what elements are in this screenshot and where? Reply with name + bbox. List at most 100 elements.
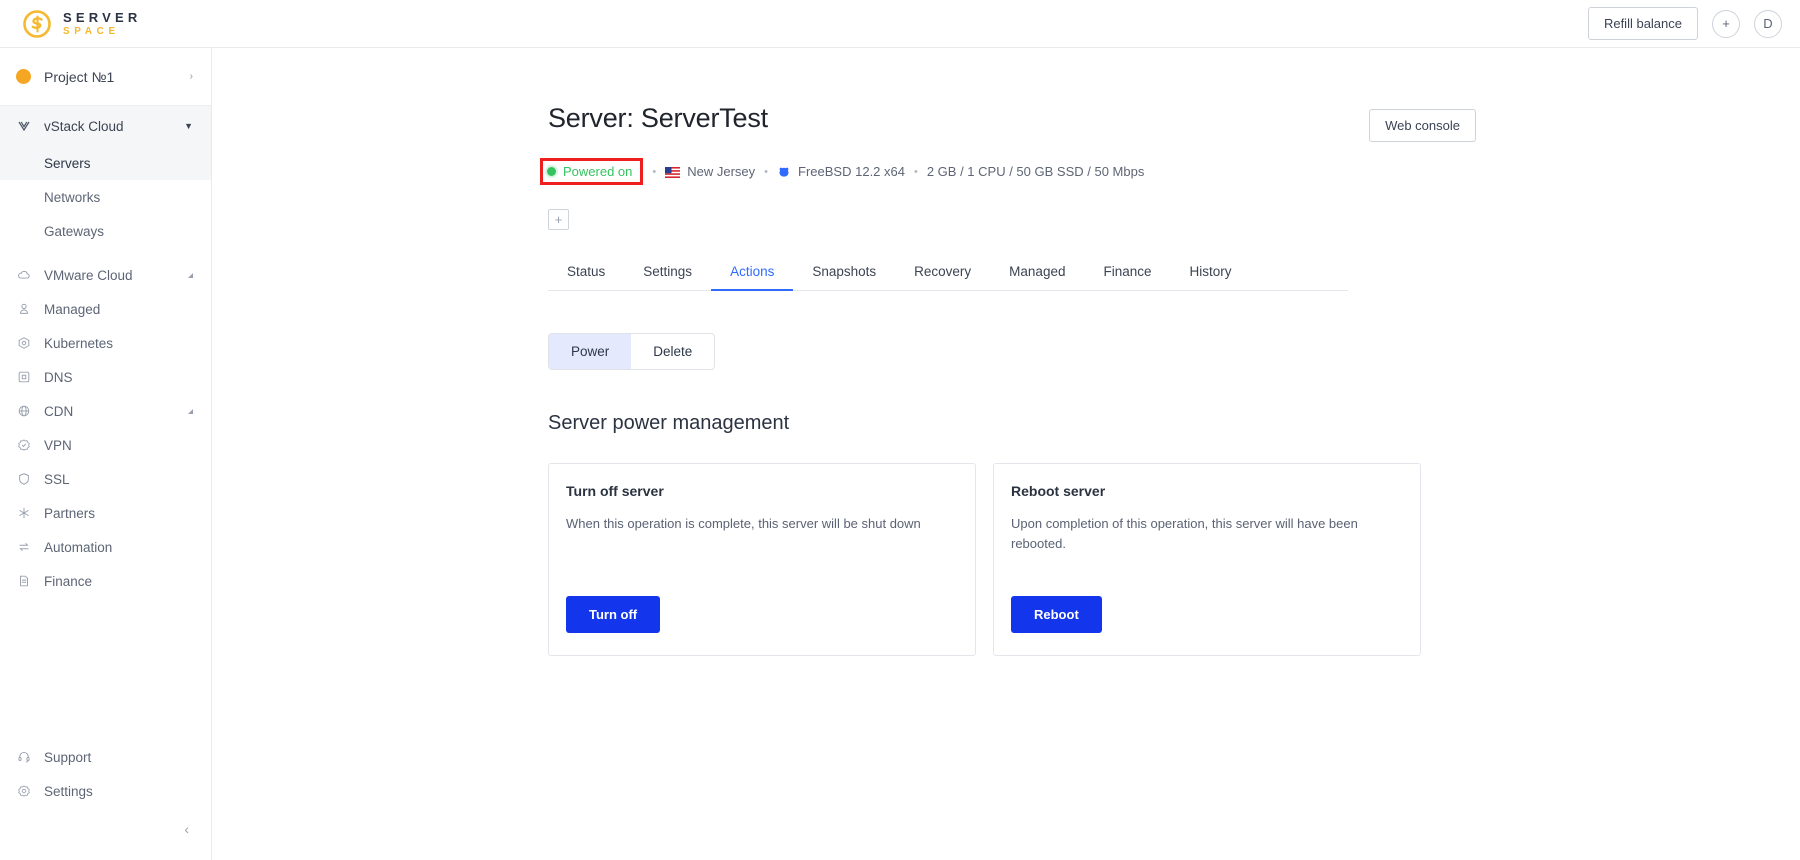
headset-icon — [16, 750, 31, 765]
shield-icon — [16, 472, 31, 487]
vstack-icon — [16, 119, 31, 133]
server-os-label: FreeBSD 12.2 x64 — [798, 164, 905, 179]
sidebar-collapse-button[interactable]: ‹ — [0, 808, 211, 850]
segment-power[interactable]: Power — [549, 334, 632, 369]
reboot-button[interactable]: Reboot — [1011, 596, 1102, 633]
sidebar-item-kubernetes[interactable]: Kubernetes — [0, 326, 211, 360]
top-bar: SERVER SPACE Refill balance + D — [0, 0, 1800, 48]
page-header: Server: ServerTest Web console — [548, 103, 1476, 142]
action-segmented-control: Power Delete — [548, 333, 716, 370]
triangle-collapse-icon — [188, 272, 193, 278]
kubernetes-icon — [16, 336, 31, 351]
serverspace-logo-icon — [22, 9, 52, 39]
automation-arrows-icon — [16, 540, 31, 555]
sidebar-item-label: DNS — [44, 369, 73, 385]
sidebar-item-label: SSL — [44, 471, 70, 487]
tab-finance[interactable]: Finance — [1084, 254, 1170, 290]
server-tabs: Status Settings Actions Snapshots Recove… — [548, 254, 1348, 291]
sidebar-item-ssl[interactable]: SSL — [0, 462, 211, 496]
server-location-label: New Jersey — [687, 164, 756, 179]
sidebar-item-label: Servers — [44, 155, 91, 171]
partners-icon — [16, 506, 31, 521]
cloud-icon — [16, 268, 31, 283]
tab-actions[interactable]: Actions — [711, 254, 794, 291]
brand-text: SERVER SPACE — [63, 11, 141, 37]
sidebar-item-settings[interactable]: Settings — [0, 774, 211, 808]
sidebar-group-vstack-cloud[interactable]: vStack Cloud ▼ — [0, 106, 211, 146]
turn-off-server-card: Turn off server When this operation is c… — [548, 463, 976, 656]
card-title: Turn off server — [566, 483, 664, 499]
segment-delete[interactable]: Delete — [631, 334, 714, 369]
tab-settings[interactable]: Settings — [624, 254, 711, 290]
sidebar-item-label: Kubernetes — [44, 335, 114, 351]
sidebar-item-label: Settings — [44, 783, 93, 799]
sidebar-item-gateways[interactable]: Gateways — [0, 214, 211, 248]
turn-off-button[interactable]: Turn off — [566, 596, 661, 633]
chevron-right-icon: › — [189, 71, 193, 82]
server-os: FreeBSD 12.2 x64 — [777, 164, 905, 179]
sidebar-group-label: vStack Cloud — [44, 118, 124, 134]
sidebar-item-partners[interactable]: Partners — [0, 496, 211, 530]
tab-snapshots[interactable]: Snapshots — [793, 254, 895, 290]
server-specs-label: 2 GB / 1 CPU / 50 GB SSD / 50 Mbps — [926, 164, 1145, 179]
chevron-down-icon: ▼ — [184, 121, 193, 131]
server-meta-row: Powered on • New Jersey • FreeBSD 12.2 x… — [540, 158, 1476, 185]
sidebar-item-label: CDN — [44, 403, 74, 419]
tab-status[interactable]: Status — [548, 254, 624, 290]
card-title: Reboot server — [1011, 483, 1106, 499]
page-title: Server: ServerTest — [548, 103, 768, 133]
status-badge: Powered on — [563, 164, 633, 179]
add-button[interactable]: + — [1712, 9, 1740, 38]
sidebar-item-label: Managed — [44, 301, 101, 317]
sidebar-item-label: Support — [44, 749, 92, 765]
card-description: When this operation is complete, this se… — [566, 516, 921, 531]
reboot-server-card: Reboot server Upon completion of this op… — [993, 463, 1421, 656]
sidebar-item-vmware-cloud[interactable]: VMware Cloud — [0, 258, 211, 292]
sidebar-item-label: Automation — [44, 539, 113, 555]
tab-history[interactable]: History — [1171, 254, 1251, 290]
sidebar-item-vpn[interactable]: VPN — [0, 428, 211, 462]
brand-logo[interactable]: SERVER SPACE — [22, 9, 141, 39]
dns-icon — [16, 370, 31, 385]
meta-separator: • — [652, 165, 657, 178]
add-tag-button[interactable]: + — [548, 209, 569, 230]
sidebar-item-cdn[interactable]: CDN — [0, 394, 211, 428]
sidebar-item-automation[interactable]: Automation — [0, 530, 211, 564]
sidebar-item-label: Partners — [44, 505, 96, 521]
sidebar-item-label: Finance — [44, 573, 93, 589]
sidebar: Project №1 › vStack Cloud ▼ Servers Netw… — [0, 48, 212, 860]
project-dot-icon — [16, 69, 31, 84]
user-shield-icon — [16, 302, 31, 317]
sidebar-item-networks[interactable]: Networks — [0, 180, 211, 214]
chevron-left-icon: ‹ — [184, 821, 189, 837]
top-bar-actions: Refill balance + D — [1587, 7, 1782, 40]
triangle-collapse-icon — [188, 408, 193, 414]
sidebar-item-finance[interactable]: Finance — [0, 564, 211, 598]
tab-recovery[interactable]: Recovery — [895, 254, 990, 290]
sidebar-bottom-section: Support Settings ‹ — [0, 740, 211, 860]
freebsd-icon — [777, 165, 791, 179]
tab-managed[interactable]: Managed — [990, 254, 1084, 290]
brand-name-bottom: SPACE — [63, 25, 120, 37]
web-console-button[interactable]: Web console — [1369, 109, 1476, 142]
sidebar-item-label: Gateways — [44, 223, 105, 239]
refill-balance-button[interactable]: Refill balance — [1587, 7, 1698, 40]
card-description: Upon completion of this operation, this … — [1011, 516, 1358, 551]
sidebar-item-managed[interactable]: Managed — [0, 292, 211, 326]
gear-icon — [16, 784, 31, 799]
power-action-cards: Turn off server When this operation is c… — [548, 463, 1476, 656]
server-detail-panel: Server: ServerTest Web console Powered o… — [540, 103, 1476, 656]
sidebar-item-label: VMware Cloud — [44, 267, 133, 283]
status-led-icon — [547, 167, 556, 176]
globe-icon — [16, 404, 31, 419]
avatar[interactable]: D — [1754, 9, 1782, 38]
section-title: Server power management — [548, 412, 790, 434]
meta-separator: • — [913, 165, 918, 178]
sidebar-project-selector[interactable]: Project №1 › — [0, 48, 211, 106]
sidebar-item-dns[interactable]: DNS — [0, 360, 211, 394]
sidebar-item-servers[interactable]: Servers — [0, 146, 211, 180]
main-content: Server: ServerTest Web console Powered o… — [212, 48, 1800, 860]
sidebar-item-support[interactable]: Support — [0, 740, 211, 774]
sidebar-project-label: Project №1 — [44, 68, 115, 85]
